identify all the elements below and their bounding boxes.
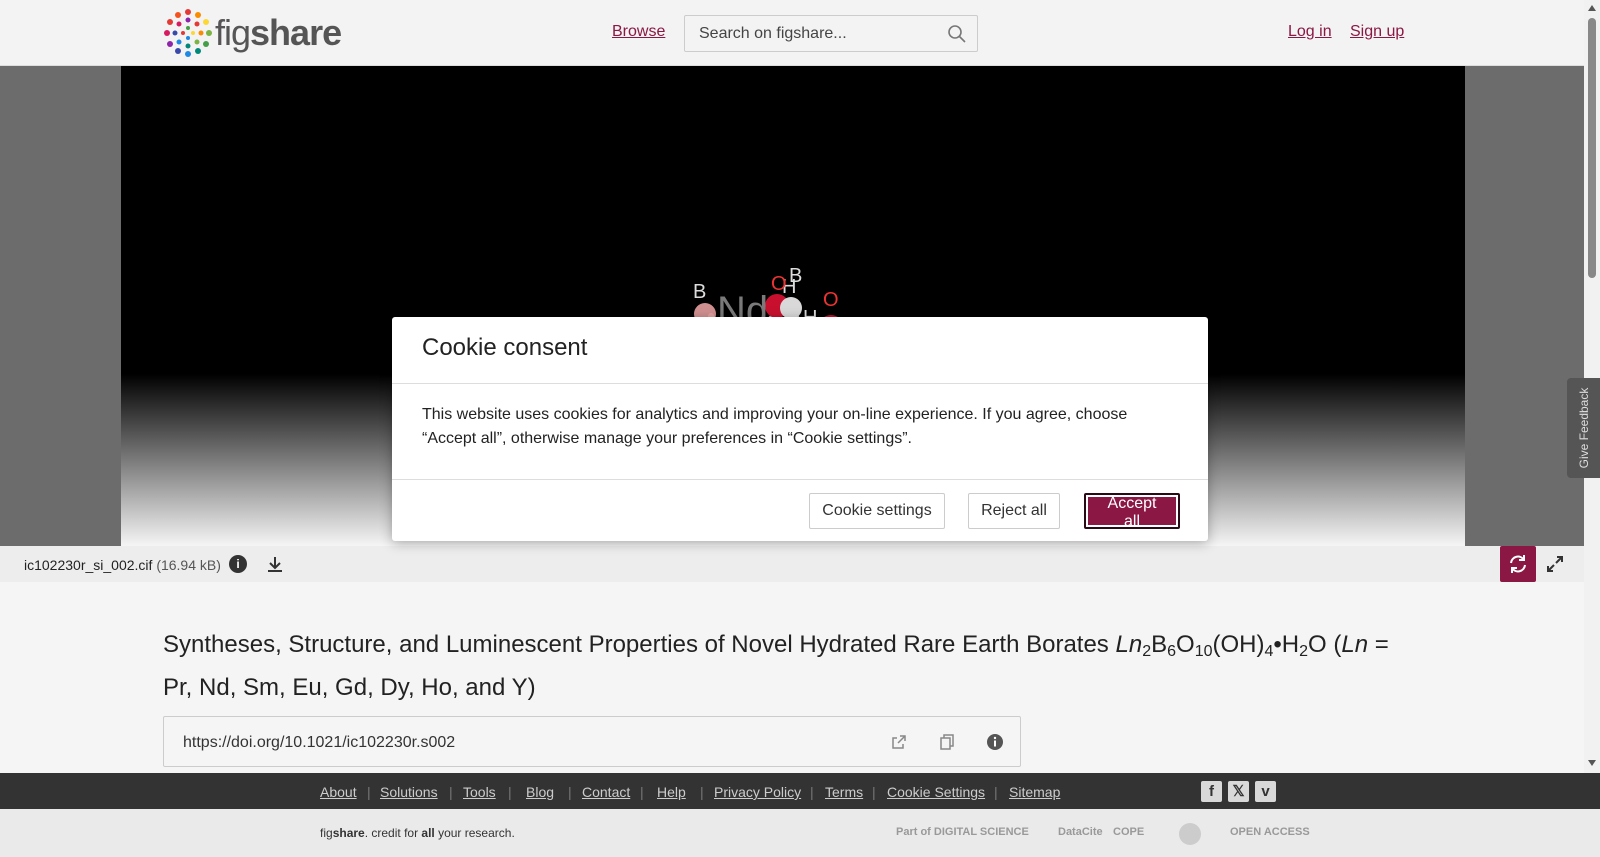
reject-all-button[interactable]: Reject all xyxy=(968,493,1060,529)
cookie-dialog-title: Cookie consent xyxy=(422,334,588,361)
accept-all-button[interactable]: Accept all xyxy=(1084,493,1180,530)
cookie-consent-dialog: Cookie consent This website uses cookies… xyxy=(392,317,1208,541)
divider xyxy=(392,383,1208,384)
cookie-dialog-body: This website uses cookies for analytics … xyxy=(422,406,1128,447)
divider xyxy=(392,479,1208,480)
cookie-settings-button[interactable]: Cookie settings xyxy=(809,493,945,529)
